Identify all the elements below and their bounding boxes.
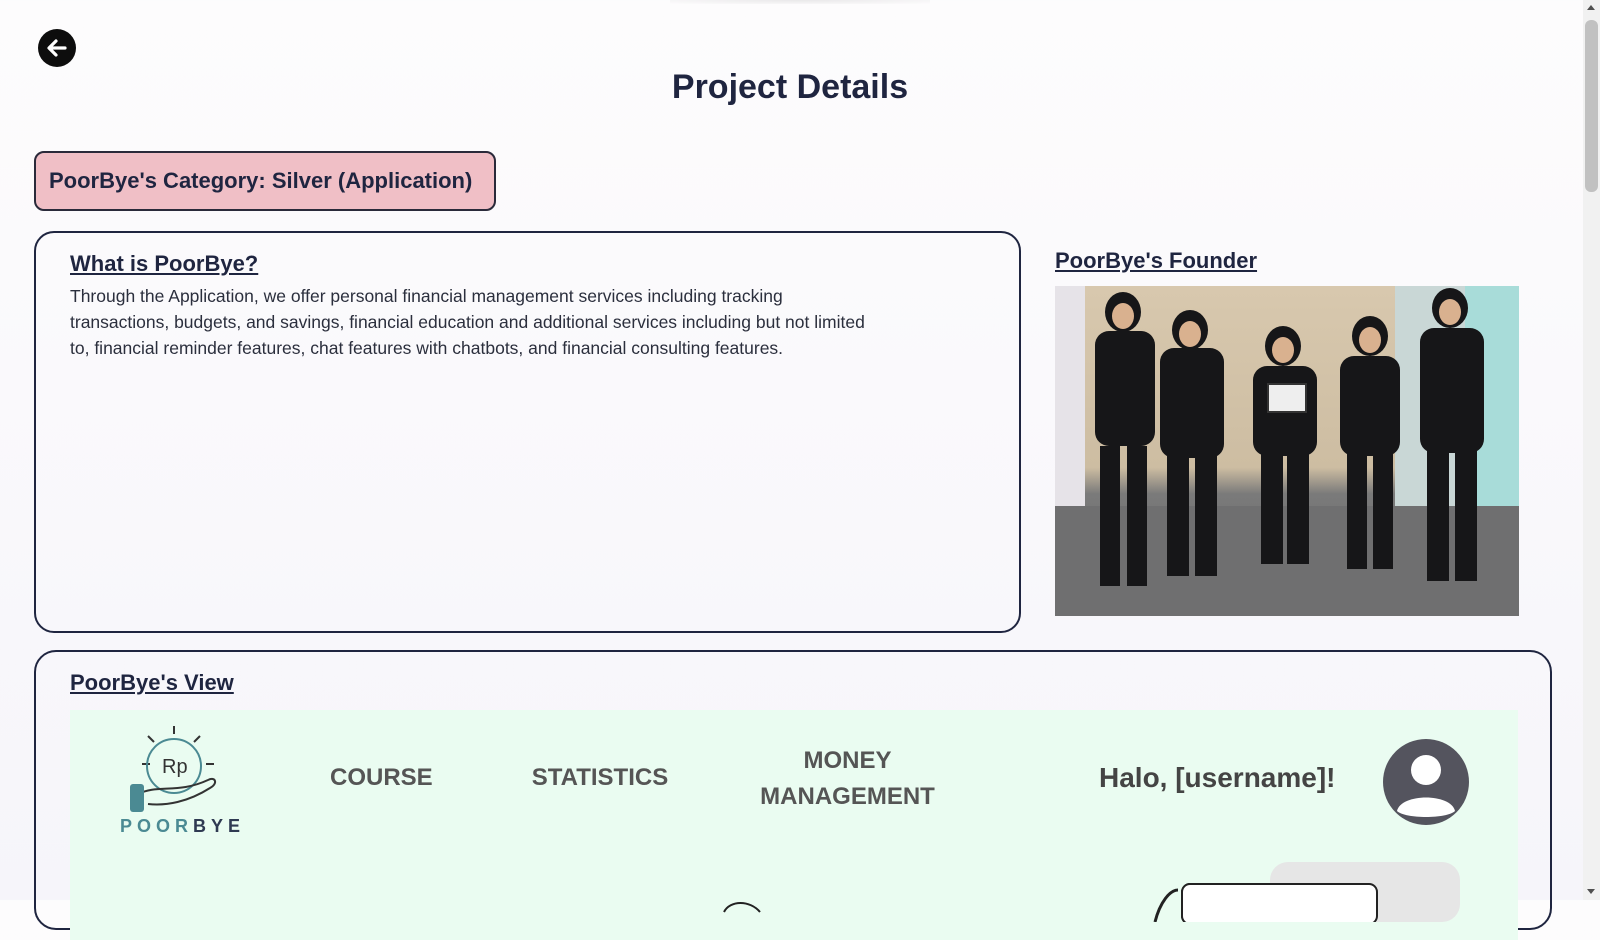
arrow-left-icon xyxy=(47,39,67,57)
greeting-text: Halo, [username]! xyxy=(1099,762,1336,793)
about-heading: What is PoorBye? xyxy=(70,251,259,276)
page-title: Project Details xyxy=(671,68,909,106)
nav-statistics[interactable]: STATISTICS xyxy=(525,760,675,796)
scrollbar[interactable] xyxy=(1583,0,1600,900)
logo-text-bye: BYE xyxy=(193,816,246,836)
logo-text-poor: POOR xyxy=(120,816,194,836)
scroll-up-arrow[interactable] xyxy=(1587,5,1595,10)
nav-course[interactable]: COURSE xyxy=(330,760,433,796)
founder-heading: PoorBye's Founder xyxy=(1055,248,1258,273)
money-hand-logo-icon: Rp xyxy=(130,726,216,812)
view-heading: PoorBye's View xyxy=(70,670,234,695)
preview-illustration xyxy=(723,862,1460,922)
about-text: Through the Application, we offer person… xyxy=(70,286,865,358)
nav-money-management[interactable]: MONEY MANAGEMENT xyxy=(755,743,940,815)
top-shadow xyxy=(670,0,930,4)
back-button[interactable] xyxy=(38,29,76,67)
scroll-down-arrow[interactable] xyxy=(1587,889,1595,894)
app-preview: Rp POORBYE COURSE STATISTICS MONEY MANAG… xyxy=(70,710,1518,940)
about-card: What is PoorBye? Through the Application… xyxy=(34,231,1021,633)
avatar[interactable] xyxy=(1383,739,1469,825)
scroll-thumb[interactable] xyxy=(1585,20,1598,192)
user-icon xyxy=(1397,755,1455,817)
category-badge: PoorBye's Category: Silver (Application) xyxy=(34,151,496,211)
view-card: PoorBye's View Rp POORBYE COURSE STATIST… xyxy=(34,650,1552,940)
poorbye-logo: Rp POORBYE xyxy=(118,724,248,836)
logo-symbol: Rp xyxy=(162,756,188,778)
founder-photo xyxy=(1055,286,1519,616)
